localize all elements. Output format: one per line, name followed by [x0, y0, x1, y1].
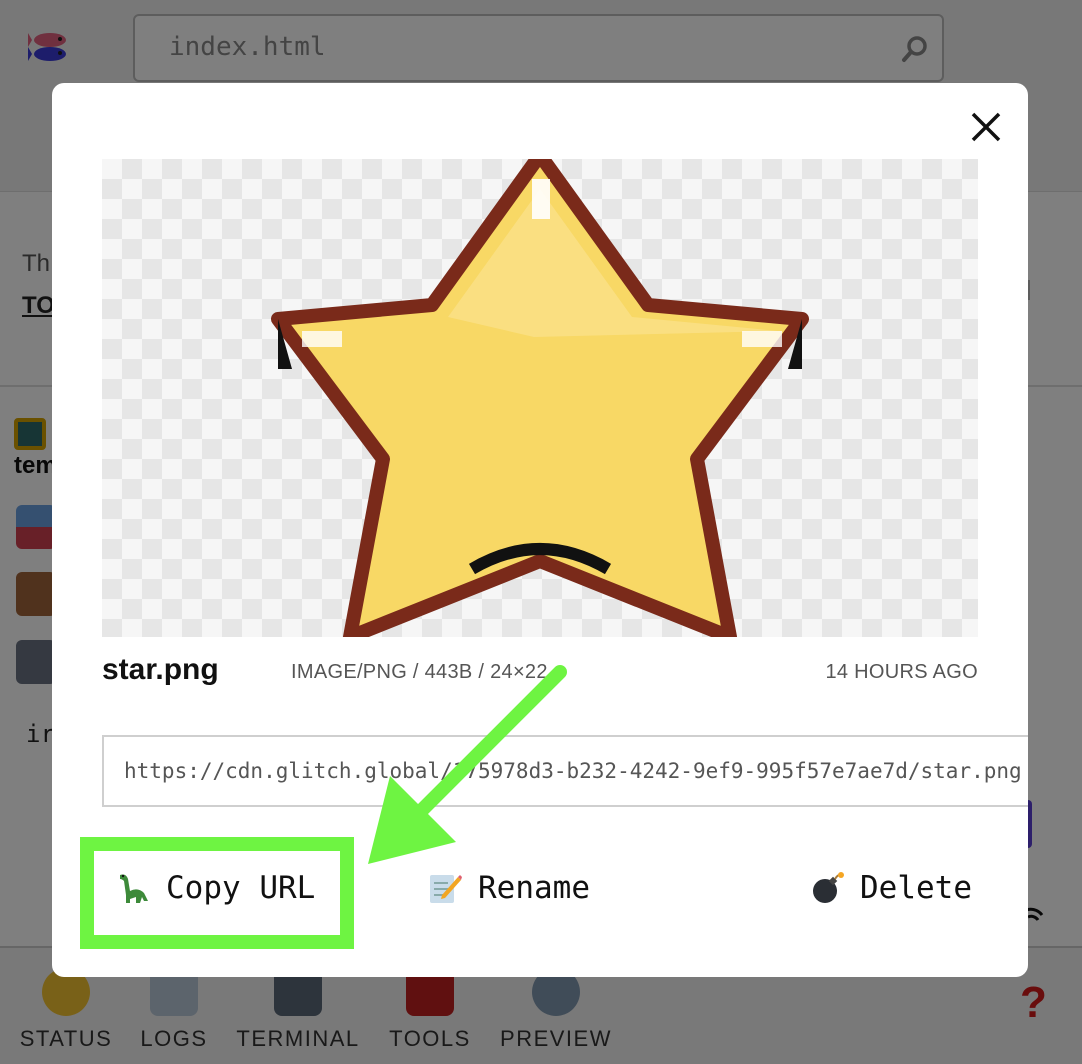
bomb-icon	[813, 872, 844, 903]
star-image	[271, 159, 809, 637]
asset-url-field[interactable]: https://cdn.glitch.global/175978d3-b232-…	[102, 735, 1028, 807]
delete-label: Delete	[860, 870, 972, 906]
file-meta: IMAGE/PNG / 443B / 24×22	[291, 661, 548, 683]
delete-button[interactable]: Delete	[810, 863, 972, 913]
file-name: star.png	[102, 653, 219, 686]
close-button[interactable]	[966, 107, 1006, 147]
rename-label: Rename	[478, 870, 590, 906]
memo-pencil-icon	[430, 875, 462, 903]
annotation-highlight-box	[80, 837, 354, 949]
rename-button[interactable]: Rename	[428, 863, 590, 913]
asset-url: https://cdn.glitch.global/175978d3-b232-…	[124, 759, 1022, 783]
image-preview	[102, 159, 978, 637]
file-timestamp: 14 HOURS AGO	[825, 661, 978, 683]
close-icon	[971, 112, 1001, 142]
